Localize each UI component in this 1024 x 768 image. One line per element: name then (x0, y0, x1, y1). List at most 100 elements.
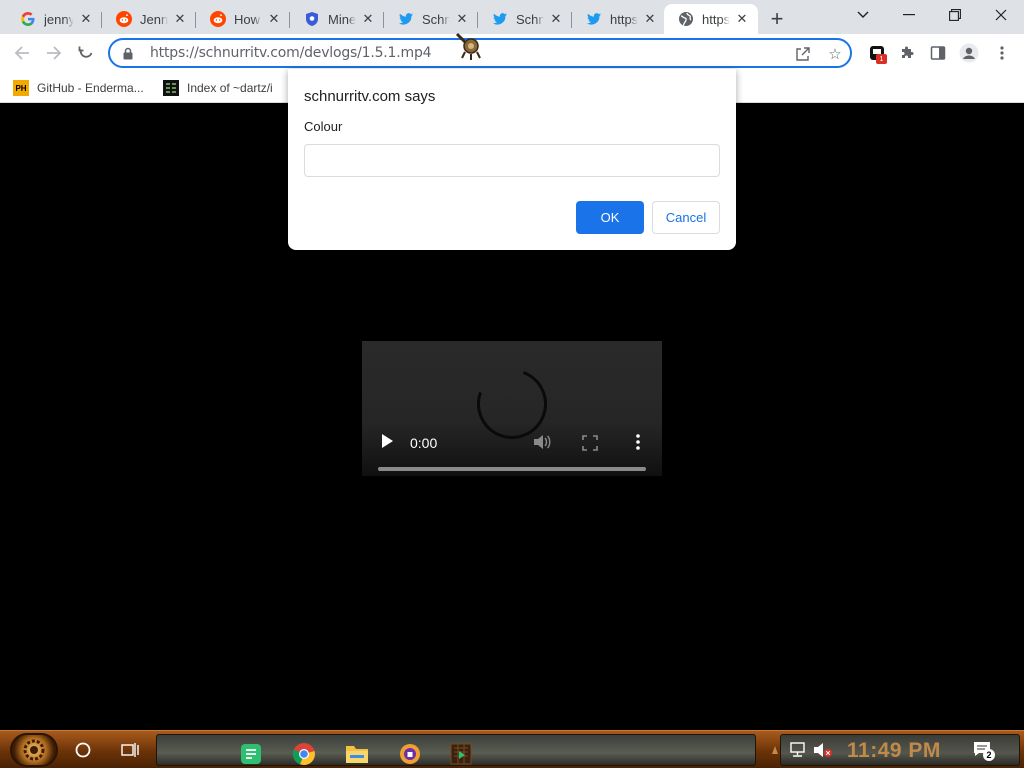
tab-2[interactable]: Jenny ✕ (102, 4, 196, 34)
close-window-button[interactable] (978, 0, 1024, 30)
twitter-icon (586, 11, 602, 27)
task-view-button[interactable] (115, 735, 145, 765)
extensions-button[interactable] (896, 42, 918, 64)
cortana-circle-icon (75, 742, 91, 758)
tab-title: https (702, 11, 730, 27)
reddit-icon (210, 11, 226, 27)
tab-title: https (610, 11, 638, 27)
tab-3[interactable]: How ✕ (196, 4, 290, 34)
volume-icon[interactable] (532, 433, 552, 451)
tab-title: Mine (328, 11, 356, 27)
video-time: 0:00 (410, 435, 438, 451)
tab-8-active[interactable]: https ✕ (664, 4, 758, 34)
avatar-icon (959, 43, 979, 63)
browser-toolbar: https://schnurritv.com/devlogs/1.5.1.mp4… (0, 34, 1024, 72)
notification-count: 2 (983, 749, 995, 761)
taskbar-apps-panel (156, 734, 756, 766)
file-explorer-icon (346, 746, 368, 763)
google-icon (20, 11, 36, 27)
search-button[interactable] (68, 735, 98, 765)
tab-4[interactable]: Mine ✕ (290, 4, 384, 34)
close-icon[interactable]: ✕ (266, 11, 282, 27)
minimize-button[interactable] (886, 0, 932, 30)
restore-icon (949, 9, 961, 21)
close-icon[interactable]: ✕ (78, 11, 94, 27)
tab-5[interactable]: Schn ✕ (384, 4, 478, 34)
dialog-input[interactable] (304, 144, 720, 177)
system-tray: 11:49 PM 2 (772, 734, 1020, 766)
gear-icon (23, 739, 45, 761)
media-player-icon (450, 743, 472, 765)
shield-icon (304, 11, 320, 27)
twitter-icon (492, 11, 508, 27)
network-icon[interactable] (789, 742, 807, 758)
show-hidden-icons-icon[interactable] (771, 745, 779, 755)
tab-search-button[interactable] (840, 0, 886, 30)
star-icon[interactable]: ☆ (826, 45, 844, 63)
lock-icon[interactable] (120, 47, 136, 60)
close-icon[interactable]: ✕ (454, 11, 470, 27)
start-button[interactable] (10, 733, 58, 767)
puzzle-icon (902, 46, 914, 58)
more-vertical-icon (1000, 46, 1004, 60)
vpn-app[interactable] (396, 740, 424, 768)
close-icon[interactable]: ✕ (360, 11, 376, 27)
side-panel-button[interactable] (927, 42, 949, 64)
notes-icon (241, 744, 261, 764)
bookmark-label: GitHub - Enderma... (37, 81, 144, 95)
chrome-icon (292, 743, 315, 766)
ph-bookmark-icon: PH (13, 80, 29, 96)
close-icon[interactable]: ✕ (172, 11, 188, 27)
play-icon[interactable] (380, 433, 394, 449)
clock[interactable]: 11:49 PM (847, 739, 941, 763)
reload-button[interactable] (72, 39, 100, 67)
arrow-left-icon (14, 46, 29, 60)
dialog-message: Colour (304, 119, 343, 134)
twitter-icon (398, 11, 414, 27)
share-icon[interactable] (794, 45, 812, 63)
video-player[interactable]: 0:00 (362, 341, 662, 476)
bookmark-label: Index of ~dartz/i (187, 81, 273, 95)
forward-button[interactable] (40, 39, 68, 67)
close-icon (995, 9, 1007, 21)
media-player-app[interactable] (447, 740, 475, 768)
extension-button[interactable]: 1 (866, 42, 888, 64)
extension-badge: 1 (876, 54, 887, 64)
cursor-icon (455, 32, 481, 60)
menu-button[interactable] (991, 42, 1013, 64)
tab-7[interactable]: https ✕ (572, 4, 666, 34)
globe-icon (678, 11, 694, 27)
vpn-icon (400, 744, 420, 764)
tab-title: jenny (44, 11, 74, 27)
volume-muted-icon[interactable] (813, 742, 833, 758)
fullscreen-icon[interactable] (582, 435, 598, 451)
restore-button[interactable] (932, 0, 978, 30)
ok-button[interactable]: OK (576, 201, 644, 234)
close-icon[interactable]: ✕ (734, 11, 750, 27)
file-explorer-app[interactable] (343, 740, 371, 768)
tab-1[interactable]: jenny ✕ (6, 4, 102, 34)
tab-6[interactable]: Schn ✕ (478, 4, 572, 34)
tab-title: Jenny (140, 11, 168, 27)
notes-app[interactable] (237, 740, 265, 768)
dialog-title: schnurritv.com says (304, 88, 436, 105)
chrome-app[interactable] (290, 740, 318, 768)
bookmark-github[interactable]: PH GitHub - Enderma... (13, 78, 144, 98)
tab-title: How (234, 11, 261, 27)
profile-button[interactable] (958, 42, 980, 64)
action-center-button[interactable]: 2 (973, 741, 995, 761)
url-text[interactable]: https://schnurritv.com/devlogs/1.5.1.mp4 (150, 45, 432, 61)
task-view-icon (121, 743, 139, 757)
side-panel-icon (930, 46, 946, 60)
bookmark-index[interactable]: Index of ~dartz/i (163, 78, 285, 98)
taskbar: 11:49 PM 2 (0, 730, 1024, 768)
close-icon[interactable]: ✕ (642, 11, 658, 27)
minimize-icon (903, 14, 915, 16)
back-button[interactable] (8, 39, 36, 67)
tab-title: Schn (516, 11, 544, 27)
new-tab-button[interactable]: + (764, 6, 790, 32)
more-vertical-icon[interactable] (632, 433, 644, 451)
cancel-button[interactable]: Cancel (652, 201, 720, 234)
close-icon[interactable]: ✕ (548, 11, 564, 27)
video-progress-bar[interactable] (378, 467, 646, 471)
